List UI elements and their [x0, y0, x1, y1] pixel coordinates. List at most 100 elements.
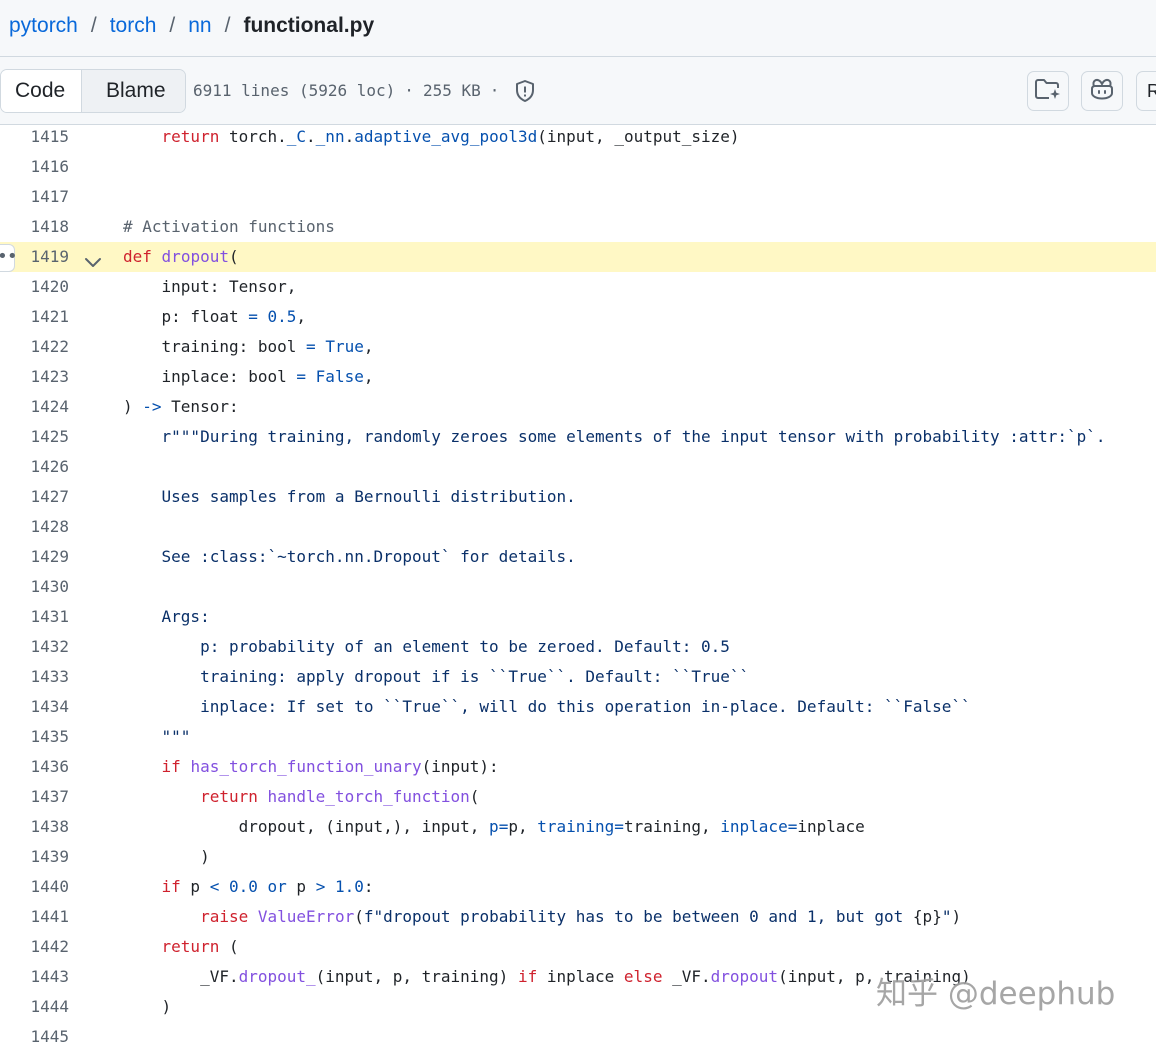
code-line: 1434 inplace: If set to ``True``, will d…: [0, 692, 1156, 722]
line-number[interactable]: 1435: [0, 722, 69, 752]
line-number[interactable]: 1441: [0, 902, 69, 932]
line-number[interactable]: 1436: [0, 752, 69, 782]
line-code: training: bool = True,: [123, 337, 374, 356]
copilot-button[interactable]: [1081, 71, 1123, 111]
line-number[interactable]: 1443: [0, 962, 69, 992]
code-line: 1428: [0, 512, 1156, 542]
watermark: 知乎 @deephub: [876, 976, 1116, 1012]
code-line: 1439 ): [0, 842, 1156, 872]
code-line: 1421 p: float = 0.5,: [0, 302, 1156, 332]
code-line: 1420 input: Tensor,: [0, 272, 1156, 302]
raw-button[interactable]: R: [1136, 71, 1156, 111]
line-code: p: float = 0.5,: [123, 307, 307, 326]
line-code: dropout, (input,), input, p=p, training=…: [123, 817, 865, 836]
line-number[interactable]: 1438: [0, 812, 69, 842]
code-view: 1415 return torch._C._nn.adaptive_avg_po…: [0, 122, 1156, 1052]
chevron-down-icon[interactable]: [84, 250, 102, 267]
code-line: ••1419def dropout(: [0, 242, 1156, 272]
code-line: 1438 dropout, (input,), input, p=p, trai…: [0, 812, 1156, 842]
line-number[interactable]: 1421: [0, 302, 69, 332]
line-number[interactable]: 1426: [0, 452, 69, 482]
file-toolbar: Code Blame 6911 lines (5926 loc) · 255 K…: [0, 57, 1156, 125]
line-number[interactable]: 1416: [0, 152, 69, 182]
line-code: _VF.dropout_(input, p, training) if inpl…: [123, 967, 971, 986]
breadcrumb-nn-link[interactable]: nn: [188, 14, 211, 37]
line-code: if p < 0.0 or p > 1.0:: [161, 877, 374, 896]
line-number[interactable]: 1432: [0, 632, 69, 662]
line-number[interactable]: 1425: [0, 422, 69, 452]
line-number[interactable]: 1445: [0, 1022, 69, 1052]
line-code: Uses samples from a Bernoulli distributi…: [123, 487, 576, 506]
line-number[interactable]: 1422: [0, 332, 69, 362]
line-number[interactable]: 1444: [0, 992, 69, 1022]
line-code: def dropout(: [123, 247, 239, 266]
code-line: 1435 """: [0, 722, 1156, 752]
file-size: 255 KB: [422, 81, 481, 100]
line-number[interactable]: 1419: [0, 242, 69, 272]
code-line: 1422 training: bool = True,: [0, 332, 1156, 362]
code-line: 1441 raise ValueError(f"dropout probabil…: [0, 902, 1156, 932]
code-line: 1427 Uses samples from a Bernoulli distr…: [0, 482, 1156, 512]
line-number[interactable]: 1440: [0, 872, 69, 902]
shield-icon[interactable]: [514, 79, 536, 103]
code-line: 1432 p: probability of an element to be …: [0, 632, 1156, 662]
breadcrumb-repo-link[interactable]: pytorch: [9, 14, 78, 37]
line-number[interactable]: 1442: [0, 932, 69, 962]
code-line: 1442 return (: [0, 932, 1156, 962]
code-line: 1437 return handle_torch_function(: [0, 782, 1156, 812]
file-meta: 6911 lines (5926 loc) · 255 KB ·: [193, 78, 536, 104]
line-code: ) -> Tensor:: [123, 397, 239, 416]
code-line: 1445: [0, 1022, 1156, 1052]
copilot-icon: [1089, 77, 1115, 106]
breadcrumb-file-name: functional.py: [243, 14, 375, 37]
line-code: return (: [161, 937, 239, 956]
code-line: 1415 return torch._C._nn.adaptive_avg_po…: [0, 122, 1156, 152]
line-code: inplace: bool = False,: [123, 367, 374, 386]
meta-separator: ·: [404, 81, 414, 100]
meta-separator: ·: [489, 81, 500, 100]
line-count: 6911 lines (5926 loc): [193, 81, 396, 100]
line-number[interactable]: 1431: [0, 602, 69, 632]
blame-tab[interactable]: Blame: [82, 70, 185, 112]
line-code: Args:: [123, 607, 210, 626]
line-code: ): [123, 847, 210, 866]
line-number[interactable]: 1429: [0, 542, 69, 572]
line-number[interactable]: 1430: [0, 572, 69, 602]
line-code: ): [123, 997, 172, 1016]
line-code: # Activation functions: [123, 217, 335, 236]
breadcrumb-torch-link[interactable]: torch: [110, 14, 157, 37]
line-number[interactable]: 1428: [0, 512, 69, 542]
code-tab[interactable]: Code: [1, 70, 82, 112]
code-line: 1426: [0, 452, 1156, 482]
line-number[interactable]: 1433: [0, 662, 69, 692]
line-code: See :class:`~torch.nn.Dropout` for detai…: [123, 547, 576, 566]
line-code: return handle_torch_function(: [200, 787, 480, 806]
line-code: input: Tensor,: [123, 277, 297, 296]
line-number[interactable]: 1439: [0, 842, 69, 872]
code-line: 1424 ) -> Tensor:: [0, 392, 1156, 422]
line-code: return torch._C._nn.adaptive_avg_pool3d(…: [161, 127, 740, 146]
line-number[interactable]: 1420: [0, 272, 69, 302]
line-number[interactable]: 1423: [0, 362, 69, 392]
line-number[interactable]: 1418: [0, 212, 69, 242]
code-line: 1425 r"""During training, randomly zeroe…: [0, 422, 1156, 452]
line-code: r"""During training, randomly zeroes som…: [161, 427, 1106, 446]
line-number[interactable]: 1415: [0, 122, 69, 152]
line-number[interactable]: 1434: [0, 692, 69, 722]
line-code: if has_torch_function_unary(input):: [161, 757, 499, 776]
line-number[interactable]: 1437: [0, 782, 69, 812]
code-line: 1429 See :class:`~torch.nn.Dropout` for …: [0, 542, 1156, 572]
code-line: 1417: [0, 182, 1156, 212]
breadcrumb-separator: /: [90, 14, 97, 37]
line-code: """: [123, 727, 191, 746]
line-number[interactable]: 1417: [0, 182, 69, 212]
code-line: 1416: [0, 152, 1156, 182]
breadcrumb-separator: /: [224, 14, 231, 37]
code-line: 1436 if has_torch_function_unary(input):: [0, 752, 1156, 782]
code-line: 1418 # Activation functions: [0, 212, 1156, 242]
open-in-folder-button[interactable]: [1027, 71, 1069, 111]
line-number[interactable]: 1424: [0, 392, 69, 422]
line-code: raise ValueError(f"dropout probability h…: [200, 907, 962, 926]
line-number[interactable]: 1427: [0, 482, 69, 512]
code-line: 1433 training: apply dropout if is ``Tru…: [0, 662, 1156, 692]
